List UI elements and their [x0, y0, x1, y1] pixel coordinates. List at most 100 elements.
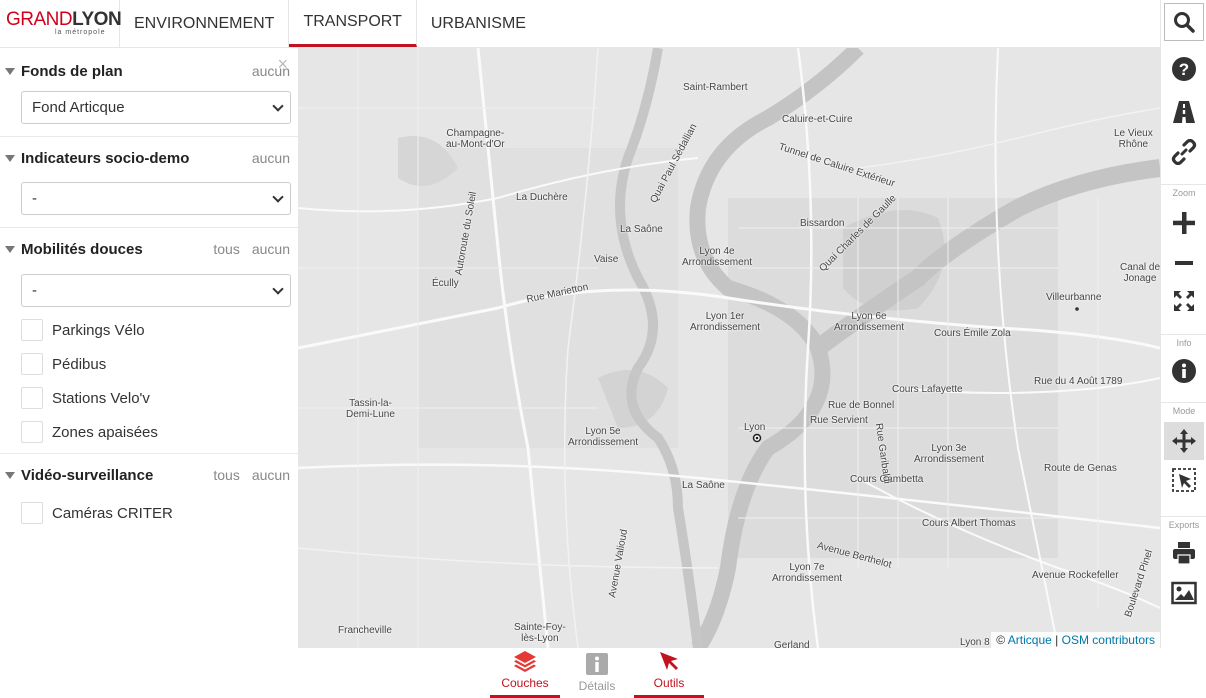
select-icon — [1172, 468, 1196, 492]
layers-panel: × Fonds de plan aucun Fond Articque Indi… — [0, 48, 298, 648]
checkbox-label: Stations Velo'v — [52, 389, 150, 407]
outils-button[interactable]: Outils — [634, 648, 704, 698]
collapse-triangle-icon[interactable] — [5, 154, 15, 162]
select-none-link[interactable]: aucun — [252, 467, 290, 483]
select-all-link[interactable]: tous — [213, 467, 239, 483]
map-label: La Duchère — [516, 192, 568, 203]
map-label: Francheville — [338, 625, 392, 636]
map-label: Lyon 8 — [960, 637, 990, 648]
mode-section-label: Mode — [1161, 402, 1206, 416]
map-canvas[interactable]: Saint-Rambert Caluire-et-Cuire Le Vieux … — [298, 48, 1160, 648]
tab-environnement[interactable]: ENVIRONNEMENT — [120, 0, 290, 47]
map-label: La Saône — [682, 480, 725, 491]
zoom-in-button[interactable] — [1164, 204, 1204, 242]
section-title: Mobilités douces — [21, 240, 143, 258]
pan-mode-button[interactable] — [1164, 422, 1204, 460]
fond-de-plan-select[interactable]: Fond Articque — [21, 91, 291, 124]
map-label: Lyon — [744, 422, 766, 433]
select-all-link[interactable]: tous — [213, 241, 239, 257]
search-button[interactable] — [1164, 3, 1204, 41]
collapse-triangle-icon[interactable] — [5, 471, 15, 479]
select-value: - — [32, 190, 37, 207]
pan-icon — [1172, 429, 1196, 453]
select-mode-button[interactable] — [1164, 461, 1204, 499]
tab-urbanisme[interactable]: URBANISME — [417, 0, 540, 47]
chevron-down-icon — [272, 100, 284, 112]
link-button[interactable] — [1164, 133, 1204, 171]
map-label: Rue de Bonnel — [828, 400, 895, 411]
zoom-out-button[interactable] — [1164, 244, 1204, 282]
road-icon — [1173, 101, 1195, 123]
logo-subtitle: la métropole — [55, 29, 106, 36]
checkbox-row-cameras-criter[interactable]: Caméras CRITER — [0, 496, 298, 530]
map-label: Vaise — [594, 254, 619, 265]
map-label: Rue Servient — [810, 415, 868, 426]
checkbox[interactable] — [21, 319, 43, 341]
link-icon — [1171, 139, 1197, 165]
chevron-down-icon — [272, 283, 284, 295]
image-icon — [1171, 581, 1197, 605]
info-section-label: Info — [1161, 334, 1206, 348]
print-icon — [1173, 542, 1195, 565]
checkbox[interactable] — [21, 421, 43, 443]
print-button[interactable] — [1164, 534, 1204, 572]
section-title: Vidéo-surveillance — [21, 466, 154, 484]
exports-section-label: Exports — [1161, 516, 1206, 530]
fullscreen-button[interactable] — [1164, 282, 1204, 320]
image-export-button[interactable] — [1164, 574, 1204, 612]
map-label: Écully — [432, 278, 459, 289]
indicateurs-select[interactable]: - — [21, 182, 291, 215]
map-label: Canal de Jonage — [1120, 262, 1160, 284]
map-label: Sainte-Foy- lès-Lyon — [514, 622, 566, 644]
select-none-link[interactable]: aucun — [252, 241, 290, 257]
map-label: Route de Genas — [1044, 463, 1117, 474]
map-label: Lyon 6e Arrondissement — [834, 311, 905, 333]
checkbox[interactable] — [21, 353, 43, 375]
select-value: - — [32, 282, 37, 299]
map-label: Tassin-la- Demi-Lune — [346, 398, 395, 420]
info-button[interactable] — [1164, 352, 1204, 390]
details-button[interactable]: Détails — [570, 648, 624, 698]
couches-button[interactable]: Couches — [490, 648, 560, 698]
road-button[interactable] — [1164, 93, 1204, 131]
section-title: Indicateurs socio-demo — [21, 149, 190, 167]
articque-link[interactable]: Articque — [1008, 633, 1052, 647]
map-label: Cours Émile Zola — [934, 328, 1011, 339]
map-label: Caluire-et-Cuire — [782, 114, 853, 125]
zoom-in-icon — [1173, 212, 1195, 234]
checkbox-label: Pédibus — [52, 355, 107, 373]
fullscreen-icon — [1174, 291, 1194, 311]
map-label: Bissardon — [800, 218, 845, 229]
zoom-out-icon — [1175, 261, 1193, 265]
checkbox-row-zones-apaisees[interactable]: Zones apaisées — [0, 415, 298, 449]
svg-text:?: ? — [1179, 60, 1189, 79]
section-fonds-de-plan: Fonds de plan aucun Fond Articque — [0, 48, 298, 137]
close-panel-button[interactable]: × — [277, 54, 288, 75]
checkbox-row-stations-velov[interactable]: Stations Velo'v — [0, 381, 298, 415]
map-label: Lyon 4e Arrondissement — [682, 246, 753, 268]
logo-part1: GRAND — [6, 9, 73, 30]
details-label: Détails — [578, 679, 616, 693]
layers-icon — [514, 651, 536, 672]
checkbox[interactable] — [21, 387, 43, 409]
help-icon: ? — [1172, 57, 1196, 81]
help-button[interactable]: ? — [1164, 50, 1204, 88]
collapse-triangle-icon[interactable] — [5, 67, 15, 75]
checkbox[interactable] — [21, 502, 43, 524]
select-none-link[interactable]: aucun — [252, 150, 290, 166]
map-label: Lyon 5e Arrondissement — [568, 426, 639, 448]
chevron-down-icon — [272, 191, 284, 203]
cursor-icon — [660, 652, 678, 670]
osm-link[interactable]: OSM contributors — [1062, 633, 1155, 647]
checkbox-row-pedibus[interactable]: Pédibus — [0, 347, 298, 381]
map-label: Villeurbanne — [1046, 292, 1102, 303]
grandlyon-logo[interactable]: GRANDLYON la métropole — [0, 0, 122, 48]
mobilites-select[interactable]: - — [21, 274, 291, 307]
map-label: Avenue Rockefeller — [1032, 570, 1119, 581]
tab-transport[interactable]: TRANSPORT — [289, 0, 417, 47]
checkbox-label: Parkings Vélo — [52, 321, 145, 339]
collapse-triangle-icon[interactable] — [5, 245, 15, 253]
checkbox-row-parkings-velo[interactable]: Parkings Vélo — [0, 313, 298, 347]
map-label: Champagne- au-Mont-d'Or — [446, 128, 505, 150]
map-base-layer — [298, 48, 1160, 648]
